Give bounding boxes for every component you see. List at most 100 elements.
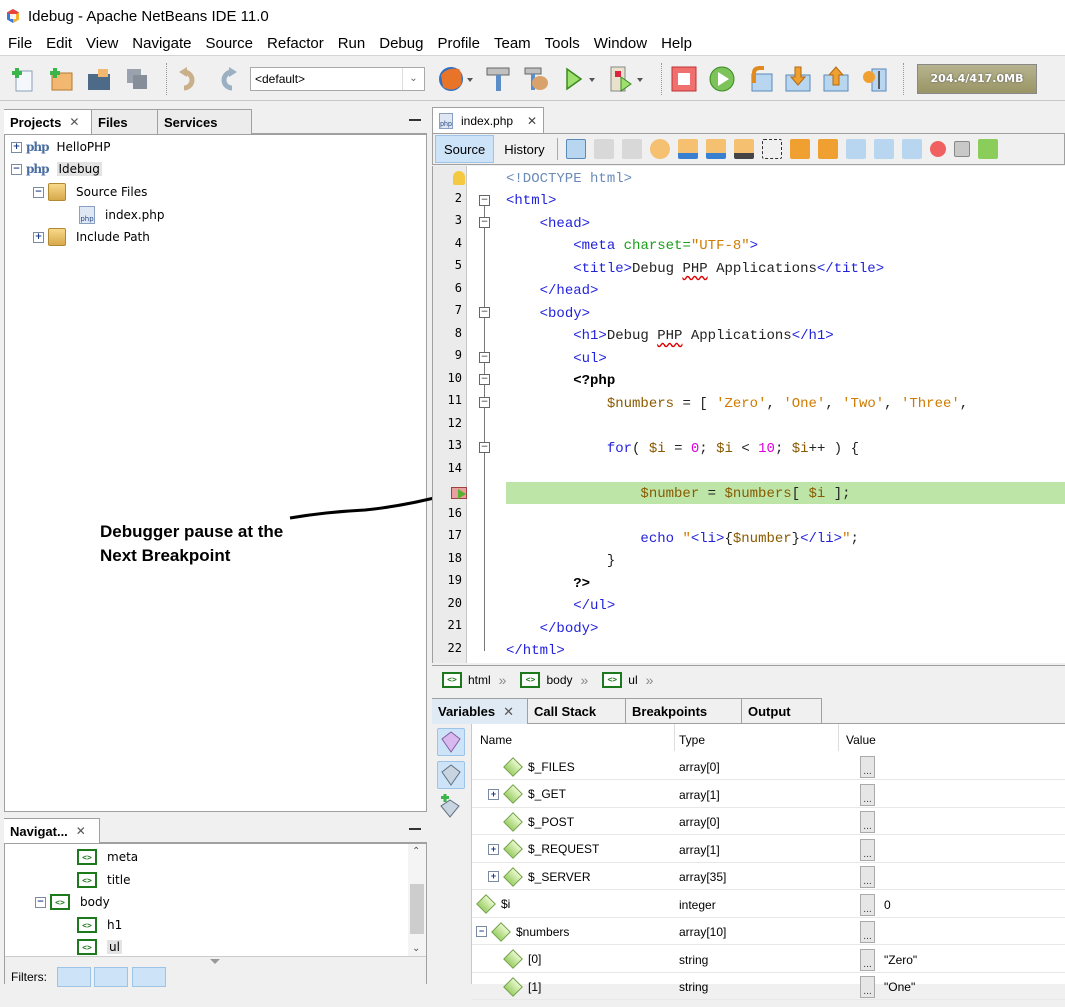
firefox-browser-icon[interactable] bbox=[435, 64, 475, 94]
variable-value[interactable]: 0 bbox=[884, 898, 891, 912]
line-number[interactable]: 13 bbox=[432, 438, 462, 452]
run-to-cursor-icon[interactable] bbox=[859, 64, 889, 94]
line-number[interactable]: 12 bbox=[432, 416, 462, 430]
line-number[interactable]: 16 bbox=[432, 506, 462, 520]
fold-toggle-icon[interactable]: − bbox=[479, 374, 490, 385]
line-number[interactable]: 18 bbox=[432, 551, 462, 565]
variable-value[interactable]: "One" bbox=[884, 980, 915, 994]
shift-left-icon[interactable] bbox=[873, 139, 894, 159]
find-previous-icon[interactable] bbox=[677, 139, 698, 159]
finish-debugger-icon[interactable] bbox=[669, 64, 699, 94]
find-icon[interactable] bbox=[649, 139, 670, 159]
comment-icon[interactable] bbox=[977, 139, 998, 159]
line-number[interactable]: 14 bbox=[432, 461, 462, 475]
hint-bulb-icon[interactable] bbox=[453, 171, 465, 185]
collapse-icon[interactable]: − bbox=[35, 896, 46, 908]
new-watch-icon[interactable] bbox=[437, 794, 465, 822]
tab-navigator[interactable]: Navigat... ✕ bbox=[4, 818, 100, 843]
tab-index-php[interactable]: php index.php ✕ bbox=[432, 107, 545, 133]
stop-macro-icon[interactable] bbox=[953, 141, 970, 157]
edit-value-button[interactable]: ... bbox=[860, 811, 875, 833]
expand-icon[interactable]: + bbox=[488, 788, 499, 800]
line-number[interactable]: 5 bbox=[432, 258, 462, 272]
edit-value-button[interactable]: ... bbox=[860, 893, 875, 916]
back-icon[interactable] bbox=[593, 139, 614, 159]
tab-services[interactable]: Services bbox=[158, 109, 252, 134]
column-header-name[interactable]: Name bbox=[480, 733, 512, 747]
edit-value-button[interactable]: ... bbox=[860, 976, 875, 998]
expand-icon[interactable]: + bbox=[11, 141, 22, 153]
nav-item-body[interactable]: − <> body bbox=[35, 892, 110, 912]
build-hammer-icon[interactable] bbox=[483, 64, 513, 94]
show-static-icon[interactable] bbox=[437, 728, 465, 756]
tab-output[interactable]: Output bbox=[742, 698, 822, 724]
step-into-icon[interactable] bbox=[783, 64, 813, 94]
run-icon[interactable] bbox=[559, 64, 599, 94]
rectangular-selection-icon[interactable] bbox=[761, 139, 782, 159]
tree-item-hellophp[interactable]: + php HelloPHP bbox=[11, 137, 110, 157]
edit-value-button[interactable]: ... bbox=[860, 756, 875, 778]
close-icon[interactable]: ✕ bbox=[527, 114, 537, 128]
undo-icon[interactable] bbox=[174, 64, 204, 94]
variable-row[interactable]: $i integer... 0 bbox=[472, 891, 1065, 918]
history-view-button[interactable]: History bbox=[496, 135, 552, 163]
nav-item-meta[interactable]: <> meta bbox=[77, 847, 138, 867]
step-out-icon[interactable] bbox=[821, 64, 851, 94]
variable-value[interactable]: "Zero" bbox=[884, 953, 917, 967]
scrollbar-thumb[interactable] bbox=[410, 884, 424, 934]
menu-navigate[interactable]: Navigate bbox=[126, 35, 197, 52]
breadcrumb-ul[interactable]: <> ul » bbox=[602, 671, 654, 688]
close-icon[interactable]: ✕ bbox=[503, 704, 514, 720]
menu-refactor[interactable]: Refactor bbox=[261, 35, 330, 52]
save-all-icon[interactable] bbox=[122, 64, 152, 94]
line-number[interactable]: 21 bbox=[432, 618, 462, 632]
menu-view[interactable]: View bbox=[80, 35, 124, 52]
line-number[interactable]: 2 bbox=[432, 191, 462, 205]
chevron-right-icon[interactable]: » bbox=[646, 672, 654, 688]
menu-source[interactable]: Source bbox=[199, 35, 259, 52]
find-next-icon[interactable] bbox=[705, 139, 726, 159]
edit-value-button[interactable]: ... bbox=[860, 948, 875, 971]
edit-value-button[interactable]: ... bbox=[860, 838, 875, 861]
line-number[interactable]: 20 bbox=[432, 596, 462, 610]
current-line-breakpoint-icon[interactable] bbox=[451, 487, 467, 499]
expand-icon[interactable]: + bbox=[488, 843, 499, 855]
menu-debug[interactable]: Debug bbox=[373, 35, 429, 52]
filter-toggle-lock[interactable] bbox=[132, 967, 166, 987]
menu-help[interactable]: Help bbox=[655, 35, 698, 52]
breadcrumb-body[interactable]: <> body » bbox=[520, 671, 589, 688]
line-number[interactable]: 10 bbox=[432, 371, 462, 385]
line-number[interactable]: 9 bbox=[432, 348, 462, 362]
minimize-icon[interactable] bbox=[409, 828, 421, 830]
step-over-icon[interactable] bbox=[745, 64, 775, 94]
line-number[interactable]: 17 bbox=[432, 528, 462, 542]
fold-toggle-icon[interactable]: − bbox=[479, 352, 490, 363]
column-divider[interactable] bbox=[674, 724, 675, 751]
new-file-icon[interactable] bbox=[8, 64, 38, 94]
tab-breakpoints[interactable]: Breakpoints bbox=[626, 698, 742, 724]
tree-item-index-php[interactable]: php index.php bbox=[79, 205, 164, 225]
line-number[interactable]: 4 bbox=[432, 236, 462, 250]
line-number[interactable]: 3 bbox=[432, 213, 462, 227]
chevron-right-icon[interactable]: » bbox=[581, 672, 589, 688]
tree-item-source-files[interactable]: − Source Files bbox=[33, 182, 147, 202]
open-project-icon[interactable] bbox=[84, 64, 114, 94]
last-edit-icon[interactable] bbox=[565, 139, 586, 159]
variable-row[interactable]: − $numbers array[10]... bbox=[472, 918, 1065, 945]
edit-value-button[interactable]: ... bbox=[860, 866, 875, 888]
edit-value-button[interactable]: ... bbox=[860, 921, 875, 943]
menu-file[interactable]: File bbox=[2, 35, 38, 52]
show-inherited-icon[interactable] bbox=[437, 761, 465, 789]
nav-item-title[interactable]: <> title bbox=[77, 870, 130, 890]
edit-value-button[interactable]: ... bbox=[860, 783, 875, 806]
menu-window[interactable]: Window bbox=[588, 35, 653, 52]
source-view-button[interactable]: Source bbox=[435, 135, 495, 163]
collapse-icon[interactable]: − bbox=[33, 186, 44, 198]
chevron-down-icon[interactable]: ⌄ bbox=[402, 67, 424, 90]
menu-tools[interactable]: Tools bbox=[539, 35, 586, 52]
menu-edit[interactable]: Edit bbox=[40, 35, 78, 52]
new-project-icon[interactable] bbox=[46, 64, 76, 94]
filter-toggle-1[interactable] bbox=[57, 967, 91, 987]
line-number-gutter[interactable]: 2 3 4 5 6 7 8 9 10 11 12 13 14 16 17 18 19 20 21 22 bbox=[433, 166, 467, 663]
variable-row[interactable]: + $_REQUEST array[1]... bbox=[472, 836, 1065, 863]
